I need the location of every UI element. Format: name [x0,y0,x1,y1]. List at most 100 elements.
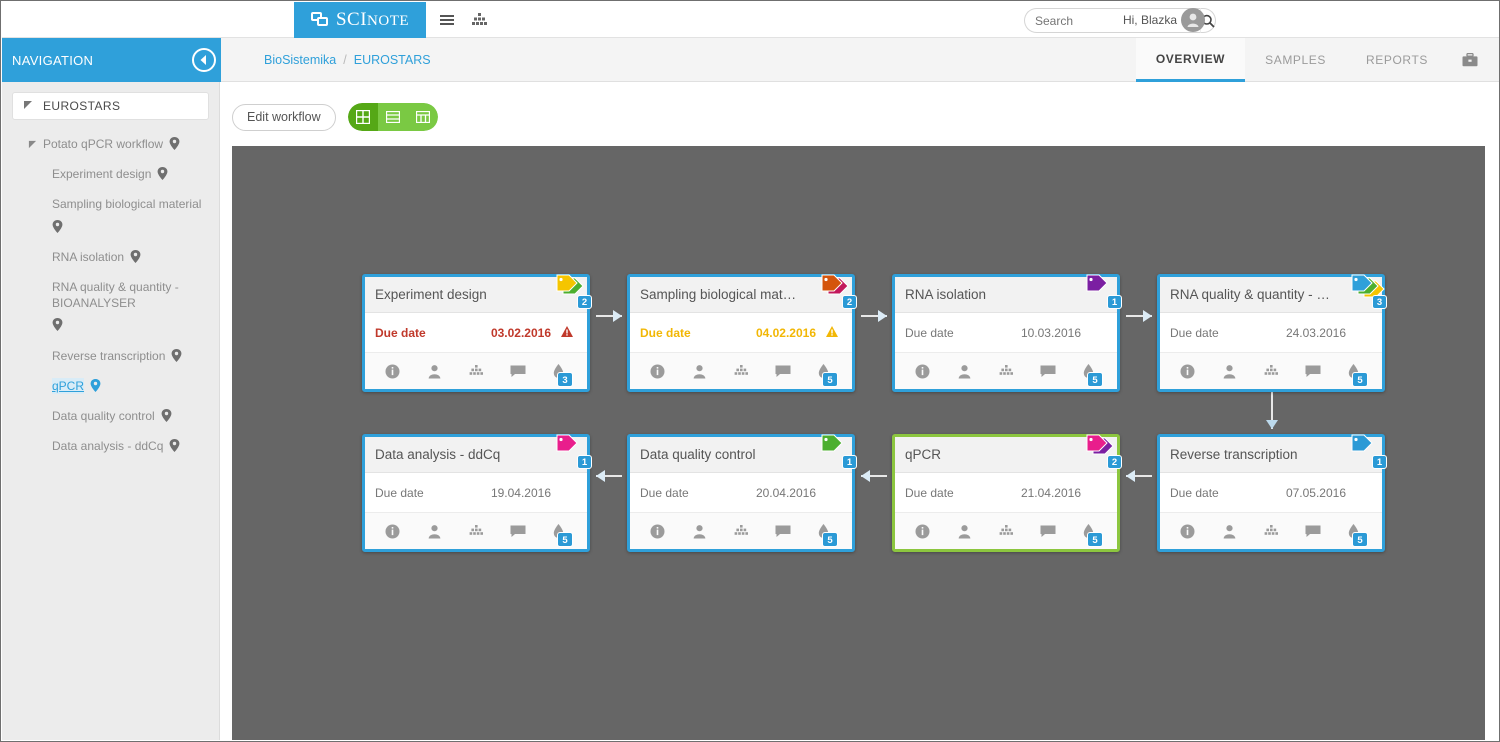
card-tags[interactable]: 3 [1351,274,1385,305]
sidebar-project-label: EUROSTARS [43,99,120,113]
due-date-value: 07.05.2016 [1286,486,1372,500]
user-menu[interactable]: Hi, Blazka [1123,8,1205,32]
pin-icon[interactable] [171,349,182,366]
pin-icon[interactable] [52,220,63,237]
samples-icon[interactable] [720,525,762,538]
hamburger-icon[interactable] [430,2,464,38]
card-header: RNA isolation 1 [895,277,1117,313]
protocol-icon[interactable]: 5 [1069,364,1111,379]
workflow-card-reverse-transcription[interactable]: Reverse transcription 1 Due date 07.05.2… [1157,434,1385,552]
sidebar-item-data-quality-control[interactable]: Data quality control [12,402,209,432]
user-icon[interactable] [678,524,720,539]
workflow-card-sampling-biological-material[interactable]: Sampling biological material 2 Due date … [627,274,855,392]
user-icon[interactable] [1208,524,1250,539]
sidebar-item-rna-isolation[interactable]: RNA isolation [12,243,209,273]
sidebar-item-reverse-transcription[interactable]: Reverse transcription [12,342,209,372]
tab-reports[interactable]: REPORTS [1346,38,1448,82]
warning-red-icon [561,326,573,340]
sidebar-item-label: Experiment design [52,166,151,182]
sidebar-item-experiment-design[interactable]: Experiment design [12,160,209,190]
card-tags[interactable]: 1 [821,434,855,465]
view-table-button[interactable] [408,103,438,131]
sidebar-item-sampling-biological-material[interactable]: Sampling biological material [12,190,209,242]
sidebar-item-potato-qpcr-workflow[interactable]: Potato qPCR workflow [12,130,209,160]
comment-icon[interactable] [497,525,539,538]
sidebar-item-data-analysis-ddcq[interactable]: Data analysis - ddCq [12,432,209,462]
user-icon[interactable] [943,524,985,539]
info-icon[interactable] [371,364,413,379]
pin-icon[interactable] [169,137,180,154]
view-list-button[interactable] [378,103,408,131]
info-icon[interactable] [636,524,678,539]
protocol-icon[interactable]: 5 [804,364,846,379]
breadcrumb-item-2[interactable]: EUROSTARS [354,53,431,67]
samples-icon[interactable] [455,365,497,378]
info-icon[interactable] [371,524,413,539]
workflow-card-rna-quality-quantity[interactable]: RNA quality & quantity - BI... 3 Due dat… [1157,274,1385,392]
workflow-card-experiment-design[interactable]: Experiment design 2 Due date 03.02.2016 … [362,274,590,392]
user-icon[interactable] [943,364,985,379]
comment-icon[interactable] [497,365,539,378]
comment-icon[interactable] [1027,365,1069,378]
protocol-icon[interactable]: 5 [539,524,581,539]
pin-icon[interactable] [130,250,141,267]
samples-icon[interactable] [720,365,762,378]
pin-icon[interactable] [169,439,180,456]
breadcrumb-item-0[interactable]: BioSistemika [264,53,336,67]
workflow-card-rna-isolation[interactable]: RNA isolation 1 Due date 10.03.2016 5 [892,274,1120,392]
user-icon[interactable] [678,364,720,379]
protocol-icon[interactable]: 5 [804,524,846,539]
comment-icon[interactable] [762,525,804,538]
due-date-value: 20.04.2016 [756,486,842,500]
pin-icon[interactable] [52,318,63,335]
info-icon[interactable] [1166,364,1208,379]
sidebar-collapse-button[interactable] [187,38,221,82]
view-cards-button[interactable] [348,103,378,131]
card-tags[interactable]: 1 [1086,274,1120,305]
sidebar-project-eurostars[interactable]: EUROSTARS [12,92,209,120]
workflow-card-qpcr[interactable]: qPCR 2 Due date 21.04.2016 5 [892,434,1120,552]
protocol-icon[interactable]: 3 [539,364,581,379]
card-tags[interactable]: 2 [821,274,855,305]
avatar[interactable] [1181,8,1205,32]
info-icon[interactable] [901,364,943,379]
protocol-icon[interactable]: 5 [1334,364,1376,379]
card-tags[interactable]: 1 [556,434,590,465]
card-tags[interactable]: 1 [1351,434,1385,465]
protocol-icon[interactable]: 5 [1334,524,1376,539]
info-icon[interactable] [636,364,678,379]
protocol-icon[interactable]: 5 [1069,524,1111,539]
scinote-logo[interactable]: SCINOTE [294,2,426,38]
tab-samples[interactable]: SAMPLES [1245,38,1346,82]
samples-icon[interactable] [1250,365,1292,378]
sidebar-item-rna-quality-quantity-bioanalyser[interactable]: RNA quality & quantity - BIOANALYSER [12,273,209,342]
pin-icon[interactable] [90,379,101,396]
workflow-card-data-analysis-ddcq[interactable]: Data analysis - ddCq 1 Due date 19.04.20… [362,434,590,552]
pin-icon[interactable] [161,409,172,426]
card-tags[interactable]: 2 [556,274,590,305]
pin-icon[interactable] [157,167,168,184]
samples-icon[interactable] [455,525,497,538]
info-icon[interactable] [901,524,943,539]
grid-icon[interactable] [462,2,496,38]
user-icon[interactable] [413,524,455,539]
comment-icon[interactable] [1292,365,1334,378]
card-tags[interactable]: 2 [1086,434,1120,465]
workflow-card-data-quality-control[interactable]: Data quality control 1 Due date 20.04.20… [627,434,855,552]
samples-icon[interactable] [985,365,1027,378]
workflow-canvas[interactable]: Experiment design 2 Due date 03.02.2016 … [232,146,1485,740]
grid-icon-svg [472,13,487,27]
comment-icon[interactable] [1292,525,1334,538]
samples-icon[interactable] [1250,525,1292,538]
user-icon[interactable] [1208,364,1250,379]
sidebar-item-qpcr[interactable]: qPCR [12,372,209,402]
user-greeting: Hi, Blazka [1123,13,1177,27]
briefcase-icon[interactable] [1448,38,1500,82]
comment-icon[interactable] [762,365,804,378]
user-icon[interactable] [413,364,455,379]
tab-overview[interactable]: OVERVIEW [1136,38,1245,82]
edit-workflow-button[interactable]: Edit workflow [232,104,336,131]
samples-icon[interactable] [985,525,1027,538]
comment-icon[interactable] [1027,525,1069,538]
info-icon[interactable] [1166,524,1208,539]
